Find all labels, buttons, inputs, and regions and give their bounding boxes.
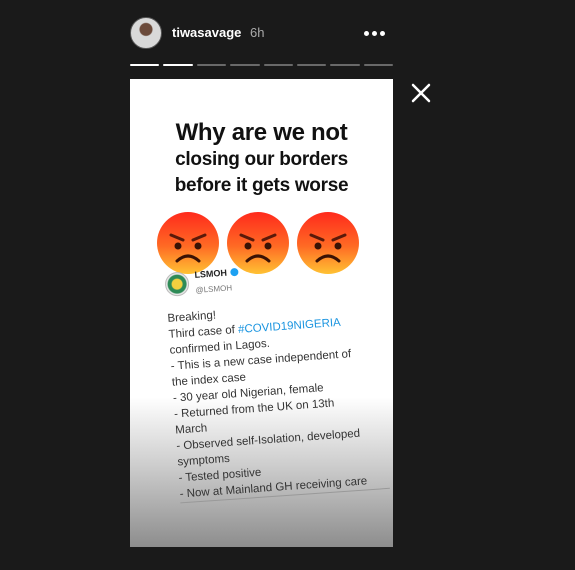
story-media[interactable]: Why are we not closing our borders befor… bbox=[130, 79, 393, 547]
progress-segment bbox=[263, 64, 293, 66]
story-header: tiwasavage 6h bbox=[130, 17, 393, 49]
progress-segment bbox=[330, 64, 360, 66]
more-options-icon[interactable] bbox=[355, 20, 393, 46]
tweet-body: Breaking! Third case of #COVID19NIGERIA … bbox=[167, 296, 390, 504]
progress-segment bbox=[196, 64, 227, 66]
progress-segment bbox=[363, 64, 393, 66]
progress-segment bbox=[296, 64, 327, 66]
headline-line-2: closing our borders bbox=[175, 149, 348, 170]
angry-face-emoji bbox=[157, 212, 219, 274]
avatar[interactable] bbox=[130, 17, 162, 49]
story-headline: Why are we not closing our borders befor… bbox=[130, 119, 393, 199]
progress-segment bbox=[130, 64, 160, 66]
close-icon[interactable] bbox=[408, 80, 434, 106]
story-progress-bar bbox=[130, 64, 393, 67]
post-time: 6h bbox=[250, 25, 265, 40]
username[interactable]: tiwasavage bbox=[172, 25, 241, 40]
headline-line-3: before it gets worse bbox=[174, 175, 349, 196]
tweet-screenshot: LSMOH @LSMOH Breaking! Third case of #CO… bbox=[164, 254, 390, 504]
lsmoh-logo bbox=[164, 271, 190, 297]
tweet-handle: @LSMOH bbox=[195, 283, 233, 295]
progress-segment bbox=[230, 64, 260, 66]
headline-line-1: Why are we not bbox=[175, 119, 348, 146]
verified-icon bbox=[229, 267, 239, 277]
progress-segment bbox=[163, 64, 193, 66]
